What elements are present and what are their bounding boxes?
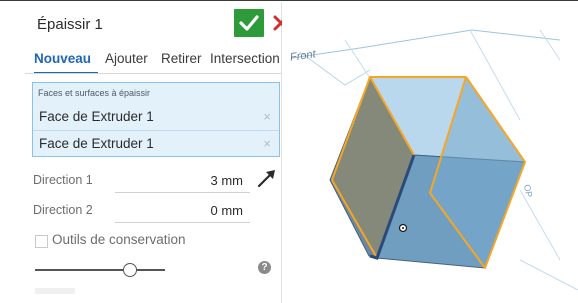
faces-field-label: Faces et surfaces à épaissir bbox=[38, 88, 151, 98]
direction2-label: Direction 2 bbox=[33, 203, 93, 217]
thicken-dialog: Épaissir 1 Nouveau Ajouter Retirer Inter… bbox=[25, 2, 289, 303]
front-plane-edge bbox=[344, 39, 371, 79]
selected-face-item[interactable]: Face de Extruder 1 × bbox=[33, 105, 279, 129]
help-icon[interactable]: ? bbox=[258, 261, 271, 274]
faces-selection-box[interactable]: Faces et surfaces à épaissir Face de Ext… bbox=[32, 82, 280, 157]
model-view[interactable]: OP bbox=[282, 2, 578, 303]
graphics-viewport[interactable]: OP bbox=[282, 2, 578, 303]
direction2-underline bbox=[115, 222, 250, 223]
tabs-divider bbox=[25, 73, 281, 74]
tab-nouveau[interactable]: Nouveau bbox=[34, 51, 91, 66]
remove-face-icon[interactable]: × bbox=[263, 109, 271, 124]
remove-face-icon[interactable]: × bbox=[263, 136, 271, 151]
faces-divider bbox=[33, 130, 279, 131]
selected-face-label: Face de Extruder 1 bbox=[39, 136, 154, 151]
direction2-input[interactable]: 0 mm bbox=[185, 203, 244, 218]
selected-face-item[interactable]: Face de Extruder 1 × bbox=[33, 132, 279, 156]
window-top-border bbox=[0, 0, 578, 1]
front-plane-edge bbox=[519, 259, 578, 291]
operation-tabs: Nouveau Ajouter Retirer Intersection bbox=[32, 45, 282, 75]
cursor-marker-dot bbox=[402, 227, 404, 229]
cropped-row bbox=[35, 288, 75, 294]
tab-ajouter[interactable]: Ajouter bbox=[105, 51, 148, 66]
selected-face-label: Face de Extruder 1 bbox=[39, 109, 154, 124]
tab-intersection[interactable]: Intersection bbox=[210, 51, 280, 66]
direction1-label: Direction 1 bbox=[33, 173, 93, 187]
keep-tools-label: Outils de conservation bbox=[52, 232, 186, 247]
flip-direction-icon[interactable] bbox=[256, 168, 278, 188]
direction1-underline bbox=[115, 192, 250, 193]
front-plane-edge bbox=[519, 189, 561, 261]
keep-tools-checkbox[interactable] bbox=[35, 235, 48, 248]
confirm-button[interactable] bbox=[234, 9, 264, 37]
front-plane-edge bbox=[539, 29, 561, 61]
slider-track[interactable] bbox=[35, 269, 165, 271]
direction1-input[interactable]: 3 mm bbox=[185, 173, 244, 188]
dialog-title: Épaissir 1 bbox=[37, 16, 103, 33]
checkmark-icon bbox=[239, 15, 259, 31]
front-plane-edge bbox=[291, 29, 561, 59]
slider-handle[interactable] bbox=[122, 263, 137, 277]
tab-retirer[interactable]: Retirer bbox=[161, 51, 202, 66]
